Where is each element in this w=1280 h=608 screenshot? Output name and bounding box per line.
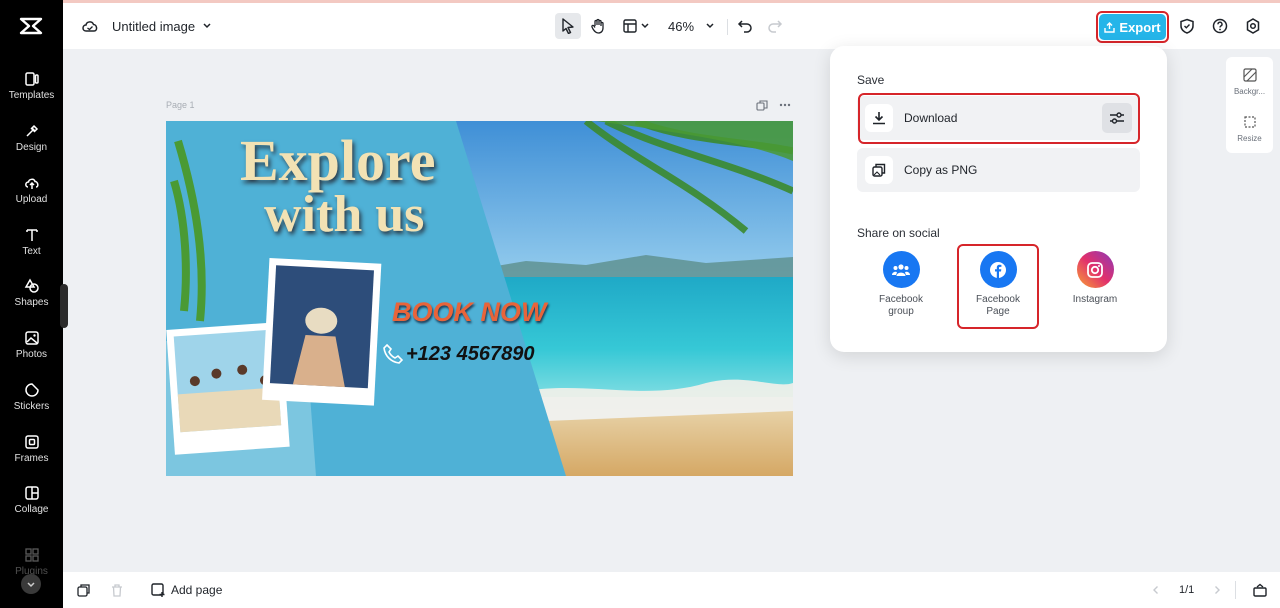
sidebar-item-label: Upload — [15, 194, 48, 205]
duplicate-icon[interactable] — [77, 584, 90, 597]
sidebar-item-label: Templates — [8, 90, 55, 101]
sidebar-item-label: Stickers — [13, 401, 50, 412]
save-section-title: Save — [857, 73, 885, 87]
share-facebook-group-button[interactable]: Facebook group — [865, 251, 937, 318]
collage-icon — [24, 486, 39, 500]
share-section-title: Share on social — [857, 226, 940, 240]
bottom-divider — [1235, 581, 1236, 599]
page-label: Page 1 — [166, 100, 195, 110]
frames-icon — [24, 435, 39, 449]
upload-icon — [24, 178, 39, 189]
facebook-group-icon — [882, 251, 920, 288]
redo-button[interactable] — [762, 13, 788, 39]
stickers-icon — [24, 383, 39, 397]
undo-button[interactable] — [732, 13, 758, 39]
right-mini-panel: Backgr... Resize — [1226, 57, 1273, 153]
gear-icon — [1246, 18, 1260, 34]
facebook-page-highlight-outline — [957, 244, 1039, 329]
copy-icon-wrap — [865, 156, 893, 184]
undo-icon — [737, 20, 752, 33]
shield-check-icon — [1180, 18, 1194, 34]
help-icon — [1212, 18, 1228, 34]
sidebar-item-design[interactable]: Design — [0, 123, 63, 169]
sidebar-collapse-button[interactable] — [21, 574, 41, 594]
templates-icon — [24, 72, 39, 86]
sidebar-item-frames[interactable]: Frames — [0, 434, 63, 480]
resize-button[interactable]: Resize — [1226, 115, 1273, 143]
duplicate-page-icon[interactable] — [756, 100, 768, 111]
sidebar-item-templates[interactable]: Templates — [0, 71, 63, 117]
sidebar-item-label: Photos — [15, 349, 48, 360]
hand-tool-button[interactable] — [585, 13, 611, 39]
layout-menu-button[interactable] — [619, 13, 653, 39]
sidebar-resize-handle[interactable] — [60, 284, 68, 328]
more-options-icon[interactable] — [779, 101, 791, 109]
sidebar-item-label: Design — [15, 142, 48, 153]
export-popup: Save Download Copy as PNG Share on socia… — [830, 46, 1167, 352]
poster-headline-line2: with us — [264, 186, 425, 243]
shapes-icon — [24, 278, 39, 293]
add-page-icon[interactable] — [151, 583, 166, 598]
shield-button[interactable] — [1174, 13, 1200, 39]
design-canvas[interactable]: Explore with us BOOK NOW +123 4567890 — [166, 121, 793, 476]
background-label: Backgr... — [1233, 87, 1266, 96]
chevron-down-icon — [640, 23, 649, 29]
facebook-group-label: Facebook group — [879, 294, 923, 317]
poster-phone-number: +123 4567890 — [406, 343, 535, 365]
expand-pages-icon[interactable] — [1253, 583, 1267, 597]
capcut-logo[interactable] — [19, 16, 43, 36]
sidebar-item-label: Shapes — [14, 297, 49, 308]
settings-button[interactable] — [1240, 13, 1266, 39]
chevron-down-icon[interactable] — [202, 21, 212, 31]
design-icon — [25, 124, 38, 137]
sidebar-item-text[interactable]: Text — [0, 227, 63, 273]
sidebar-item-upload[interactable]: Upload — [0, 175, 63, 221]
add-page-button[interactable]: Add page — [171, 583, 222, 597]
sidebar-item-shapes[interactable]: Shapes — [0, 278, 63, 324]
sidebar-item-label: Collage — [14, 504, 49, 515]
download-highlight-outline — [858, 93, 1140, 144]
plugins-icon — [24, 548, 39, 562]
redo-icon — [768, 20, 783, 33]
zoom-chevron-down-icon[interactable] — [705, 21, 715, 31]
prev-page-icon[interactable] — [1151, 585, 1161, 595]
next-page-icon[interactable] — [1212, 585, 1222, 595]
bottom-bar: Add page 1/1 — [63, 572, 1280, 608]
left-sidebar: Templates Design Upload Text Shapes Phot… — [0, 0, 63, 608]
background-button[interactable]: Backgr... — [1226, 68, 1273, 96]
select-tool-button[interactable] — [555, 13, 581, 39]
sidebar-item-label: Frames — [14, 453, 49, 464]
sidebar-item-stickers[interactable]: Stickers — [0, 382, 63, 428]
zoom-level[interactable]: 46% — [668, 19, 694, 34]
copy-as-png-button[interactable]: Copy as PNG — [857, 148, 1140, 192]
sidebar-item-photos[interactable]: Photos — [0, 330, 63, 376]
pointer-icon — [562, 18, 574, 34]
copy-image-icon — [872, 163, 886, 177]
resize-label: Resize — [1237, 134, 1262, 143]
toolbar-divider — [727, 19, 728, 35]
trash-icon[interactable] — [111, 584, 123, 597]
layout-icon — [622, 19, 637, 33]
photos-icon — [24, 331, 39, 345]
sidebar-item-collage[interactable]: Collage — [0, 485, 63, 531]
cloud-save-icon[interactable] — [81, 18, 99, 34]
chevron-down-icon — [27, 582, 35, 588]
phone-icon — [383, 343, 404, 364]
hand-icon — [591, 18, 604, 34]
text-icon — [25, 229, 38, 241]
help-button[interactable] — [1207, 13, 1233, 39]
instagram-icon — [1076, 251, 1114, 288]
share-instagram-button[interactable]: Instagram — [1059, 251, 1131, 306]
document-title[interactable]: Untitled image — [112, 19, 195, 34]
copy-as-png-label: Copy as PNG — [904, 163, 978, 177]
export-highlight-outline — [1096, 11, 1169, 43]
poster-cta: BOOK NOW — [392, 297, 547, 327]
poster-headline-line1: Explore — [240, 128, 436, 193]
page-counter: 1/1 — [1179, 584, 1195, 596]
background-icon — [1242, 68, 1257, 82]
sidebar-item-label: Text — [22, 246, 41, 257]
instagram-label: Instagram — [1072, 294, 1118, 305]
resize-icon — [1243, 116, 1256, 128]
